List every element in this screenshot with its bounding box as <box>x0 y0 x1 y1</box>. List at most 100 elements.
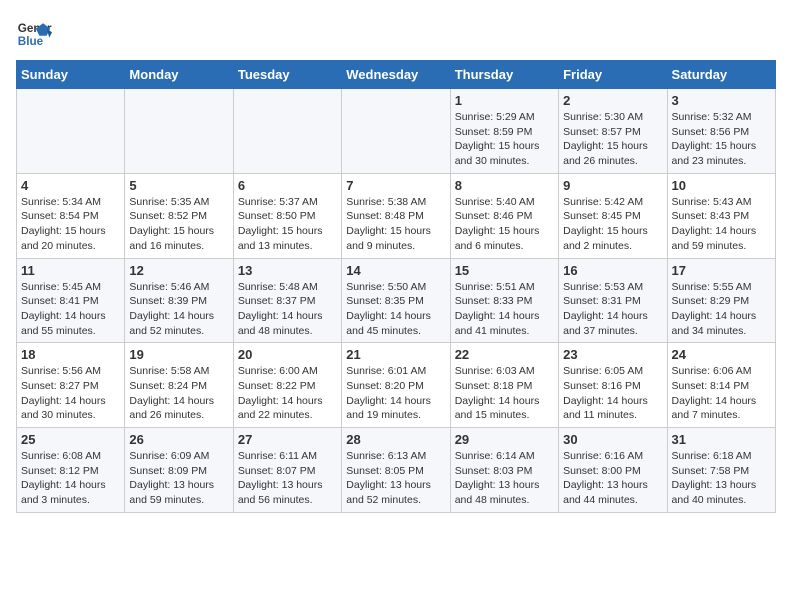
calendar-week-row: 11 Sunrise: 5:45 AMSunset: 8:41 PMDayligh… <box>17 258 776 343</box>
day-number: 30 <box>563 432 662 447</box>
calendar-cell: 5Sunrise: 5:35 AMSunset: 8:52 PMDaylight… <box>125 173 233 258</box>
day-number: 10 <box>672 178 771 193</box>
calendar-cell <box>17 89 125 174</box>
day-info: Sunrise: 6:11 AMSunset: 8:07 PMDaylight:… <box>238 449 337 508</box>
day-info: Sunrise: 5:48 AMSunset: 8:37 PMDaylight:… <box>238 280 337 339</box>
day-number: 4 <box>21 178 120 193</box>
calendar-cell: 7 Sunrise: 5:38 AMSunset: 8:48 PMDaylight… <box>342 173 450 258</box>
calendar-week-row: 4 Sunrise: 5:34 AMSunset: 8:54 PMDaylight… <box>17 173 776 258</box>
calendar-cell: 10 Sunrise: 5:43 AMSunset: 8:43 PMDayligh… <box>667 173 775 258</box>
day-number: 29 <box>455 432 554 447</box>
weekday-header: Saturday <box>667 61 775 89</box>
day-number: 18 <box>21 347 120 362</box>
day-number: 22 <box>455 347 554 362</box>
weekday-header: Friday <box>559 61 667 89</box>
day-number: 2 <box>563 93 662 108</box>
weekday-header: Monday <box>125 61 233 89</box>
day-info: Sunrise: 6:14 AMSunset: 8:03 PMDaylight:… <box>455 449 554 508</box>
day-info: Sunrise: 6:09 AMSunset: 8:09 PMDaylight:… <box>129 449 228 508</box>
day-number: 17 <box>672 263 771 278</box>
calendar-cell: 31Sunrise: 6:18 AMSunset: 7:58 PMDayligh… <box>667 428 775 513</box>
day-info: Sunrise: 6:16 AMSunset: 8:00 PMDaylight:… <box>563 449 662 508</box>
day-number: 9 <box>563 178 662 193</box>
calendar-cell: 24 Sunrise: 6:06 AMSunset: 8:14 PMDayligh… <box>667 343 775 428</box>
day-info: Sunrise: 5:40 AMSunset: 8:46 PMDaylight:… <box>455 195 554 254</box>
day-number: 24 <box>672 347 771 362</box>
calendar-week-row: 25 Sunrise: 6:08 AMSunset: 8:12 PMDayligh… <box>17 428 776 513</box>
calendar-cell: 17 Sunrise: 5:55 AMSunset: 8:29 PMDayligh… <box>667 258 775 343</box>
day-info: Sunrise: 6:05 AMSunset: 8:16 PMDaylight:… <box>563 364 662 423</box>
calendar-week-row: 18 Sunrise: 5:56 AMSunset: 8:27 PMDayligh… <box>17 343 776 428</box>
day-number: 25 <box>21 432 120 447</box>
calendar-cell: 2Sunrise: 5:30 AMSunset: 8:57 PMDaylight… <box>559 89 667 174</box>
calendar-cell: 30 Sunrise: 6:16 AMSunset: 8:00 PMDayligh… <box>559 428 667 513</box>
weekday-header-row: SundayMondayTuesdayWednesdayThursdayFrid… <box>17 61 776 89</box>
calendar-cell: 11 Sunrise: 5:45 AMSunset: 8:41 PMDayligh… <box>17 258 125 343</box>
day-number: 27 <box>238 432 337 447</box>
calendar-cell: 22 Sunrise: 6:03 AMSunset: 8:18 PMDayligh… <box>450 343 558 428</box>
calendar-week-row: 1Sunrise: 5:29 AMSunset: 8:59 PMDaylight… <box>17 89 776 174</box>
weekday-header: Sunday <box>17 61 125 89</box>
calendar-cell: 25 Sunrise: 6:08 AMSunset: 8:12 PMDayligh… <box>17 428 125 513</box>
calendar-cell: 6Sunrise: 5:37 AMSunset: 8:50 PMDaylight… <box>233 173 341 258</box>
calendar-cell: 14 Sunrise: 5:50 AMSunset: 8:35 PMDayligh… <box>342 258 450 343</box>
day-info: Sunrise: 6:01 AMSunset: 8:20 PMDaylight:… <box>346 364 445 423</box>
day-info: Sunrise: 6:00 AMSunset: 8:22 PMDaylight:… <box>238 364 337 423</box>
day-info: Sunrise: 5:34 AMSunset: 8:54 PMDaylight:… <box>21 195 120 254</box>
day-number: 14 <box>346 263 445 278</box>
calendar-cell: 26 Sunrise: 6:09 AMSunset: 8:09 PMDayligh… <box>125 428 233 513</box>
day-info: Sunrise: 6:08 AMSunset: 8:12 PMDaylight:… <box>21 449 120 508</box>
day-number: 16 <box>563 263 662 278</box>
day-number: 31 <box>672 432 771 447</box>
calendar-cell <box>342 89 450 174</box>
calendar-cell: 8 Sunrise: 5:40 AMSunset: 8:46 PMDaylight… <box>450 173 558 258</box>
calendar-cell: 12 Sunrise: 5:46 AMSunset: 8:39 PMDayligh… <box>125 258 233 343</box>
day-info: Sunrise: 5:32 AMSunset: 8:56 PMDaylight:… <box>672 110 771 169</box>
day-info: Sunrise: 5:56 AMSunset: 8:27 PMDaylight:… <box>21 364 120 423</box>
day-number: 11 <box>21 263 120 278</box>
day-info: Sunrise: 6:03 AMSunset: 8:18 PMDaylight:… <box>455 364 554 423</box>
weekday-header: Wednesday <box>342 61 450 89</box>
day-info: Sunrise: 5:53 AMSunset: 8:31 PMDaylight:… <box>563 280 662 339</box>
calendar-cell: 15Sunrise: 5:51 AMSunset: 8:33 PMDayligh… <box>450 258 558 343</box>
calendar-cell: 1Sunrise: 5:29 AMSunset: 8:59 PMDaylight… <box>450 89 558 174</box>
day-number: 26 <box>129 432 228 447</box>
logo: General Blue <box>16 16 58 52</box>
calendar-cell: 21 Sunrise: 6:01 AMSunset: 8:20 PMDayligh… <box>342 343 450 428</box>
calendar-cell: 28Sunrise: 6:13 AMSunset: 8:05 PMDayligh… <box>342 428 450 513</box>
day-info: Sunrise: 5:46 AMSunset: 8:39 PMDaylight:… <box>129 280 228 339</box>
calendar-table: SundayMondayTuesdayWednesdayThursdayFrid… <box>16 60 776 513</box>
day-info: Sunrise: 5:55 AMSunset: 8:29 PMDaylight:… <box>672 280 771 339</box>
day-info: Sunrise: 5:58 AMSunset: 8:24 PMDaylight:… <box>129 364 228 423</box>
day-number: 7 <box>346 178 445 193</box>
calendar-cell: 27 Sunrise: 6:11 AMSunset: 8:07 PMDayligh… <box>233 428 341 513</box>
day-number: 3 <box>672 93 771 108</box>
day-number: 12 <box>129 263 228 278</box>
calendar-cell: 23 Sunrise: 6:05 AMSunset: 8:16 PMDayligh… <box>559 343 667 428</box>
weekday-header: Thursday <box>450 61 558 89</box>
day-number: 21 <box>346 347 445 362</box>
day-number: 5 <box>129 178 228 193</box>
day-number: 8 <box>455 178 554 193</box>
day-info: Sunrise: 5:50 AMSunset: 8:35 PMDaylight:… <box>346 280 445 339</box>
calendar-cell <box>233 89 341 174</box>
day-number: 1 <box>455 93 554 108</box>
logo-icon: General Blue <box>16 16 52 52</box>
day-info: Sunrise: 5:38 AMSunset: 8:48 PMDaylight:… <box>346 195 445 254</box>
calendar-cell: 9 Sunrise: 5:42 AMSunset: 8:45 PMDaylight… <box>559 173 667 258</box>
day-number: 23 <box>563 347 662 362</box>
calendar-cell: 20Sunrise: 6:00 AMSunset: 8:22 PMDayligh… <box>233 343 341 428</box>
day-number: 19 <box>129 347 228 362</box>
calendar-cell: 16 Sunrise: 5:53 AMSunset: 8:31 PMDayligh… <box>559 258 667 343</box>
header: General Blue <box>16 16 776 52</box>
day-number: 15 <box>455 263 554 278</box>
day-number: 13 <box>238 263 337 278</box>
calendar-cell: 13 Sunrise: 5:48 AMSunset: 8:37 PMDayligh… <box>233 258 341 343</box>
day-info: Sunrise: 5:42 AMSunset: 8:45 PMDaylight:… <box>563 195 662 254</box>
day-info: Sunrise: 6:06 AMSunset: 8:14 PMDaylight:… <box>672 364 771 423</box>
day-info: Sunrise: 5:45 AMSunset: 8:41 PMDaylight:… <box>21 280 120 339</box>
day-info: Sunrise: 5:43 AMSunset: 8:43 PMDaylight:… <box>672 195 771 254</box>
day-info: Sunrise: 5:37 AMSunset: 8:50 PMDaylight:… <box>238 195 337 254</box>
calendar-cell: 19 Sunrise: 5:58 AMSunset: 8:24 PMDayligh… <box>125 343 233 428</box>
calendar-cell: 4 Sunrise: 5:34 AMSunset: 8:54 PMDaylight… <box>17 173 125 258</box>
